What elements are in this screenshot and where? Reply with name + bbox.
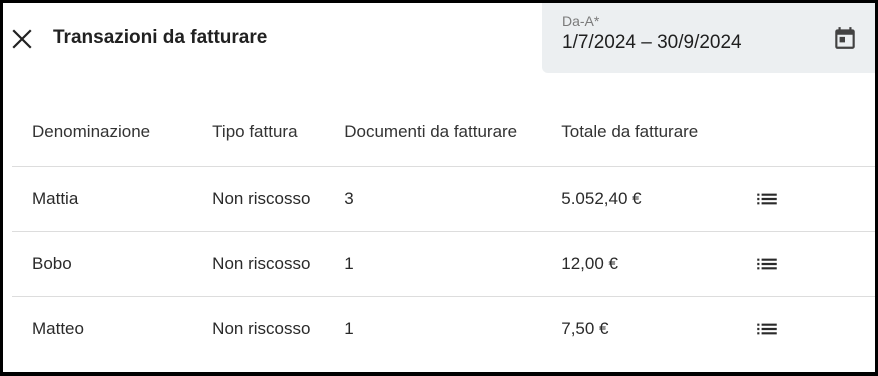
- cell-tipo-fattura: Non riscosso: [192, 231, 325, 297]
- cell-tipo-fattura: Non riscosso: [192, 166, 325, 232]
- dialog-title: Transazioni da fatturare: [53, 27, 268, 48]
- column-header-documenti: Documenti da fatturare: [324, 98, 542, 167]
- cell-denominazione: Mattia: [12, 166, 193, 232]
- column-header-denominazione: Denominazione: [12, 98, 193, 167]
- cell-totale: 7,50 €: [561, 319, 609, 338]
- date-range-field[interactable]: Da-A* 1/7/2024 – 30/9/2024: [542, 3, 875, 73]
- calendar-button[interactable]: [832, 25, 858, 51]
- column-header-actions: [724, 98, 875, 167]
- column-header-tipo-fattura: Tipo fattura: [192, 98, 325, 167]
- cell-actions: [724, 231, 875, 297]
- table-row: Bobo Non riscosso 1 12,00 €: [12, 231, 875, 297]
- table-header-row: Denominazione Tipo fattura Documenti da …: [12, 98, 875, 167]
- cell-actions: [724, 297, 875, 362]
- cell-actions: [724, 166, 875, 232]
- cell-tipo-fattura: Non riscosso: [212, 319, 311, 338]
- invoice-transactions-dialog: Transazioni da fatturare Da-A* 1/7/2024 …: [3, 3, 875, 372]
- cell-denominazione: Matteo: [32, 319, 84, 338]
- date-range-label: Da-A*: [562, 13, 600, 29]
- cell-documenti: 3: [324, 166, 542, 232]
- close-icon: [12, 29, 32, 49]
- date-range-value[interactable]: 1/7/2024 – 30/9/2024: [562, 32, 742, 54]
- list-icon: [757, 193, 778, 205]
- table-row: Mattia Non riscosso 3 5.052,40 €: [12, 166, 875, 232]
- row-details-button[interactable]: [754, 251, 780, 277]
- calendar-icon: [835, 27, 855, 49]
- cell-documenti: 1: [324, 231, 542, 297]
- list-icon: [757, 323, 778, 335]
- list-icon: [757, 258, 778, 270]
- transactions-table: Denominazione Tipo fattura Documenti da …: [12, 98, 875, 361]
- cell-documenti: 1: [344, 319, 354, 338]
- cell-totale: 5.052,40 €: [541, 166, 725, 232]
- close-button[interactable]: [11, 28, 33, 50]
- cell-totale: 12,00 €: [541, 231, 725, 297]
- table-row: Matteo Non riscosso 1 7,50 €: [12, 297, 875, 362]
- column-header-totale: Totale da fatturare: [541, 98, 725, 167]
- row-details-button[interactable]: [754, 316, 780, 342]
- cell-denominazione: Bobo: [12, 231, 193, 297]
- row-details-button[interactable]: [754, 186, 780, 212]
